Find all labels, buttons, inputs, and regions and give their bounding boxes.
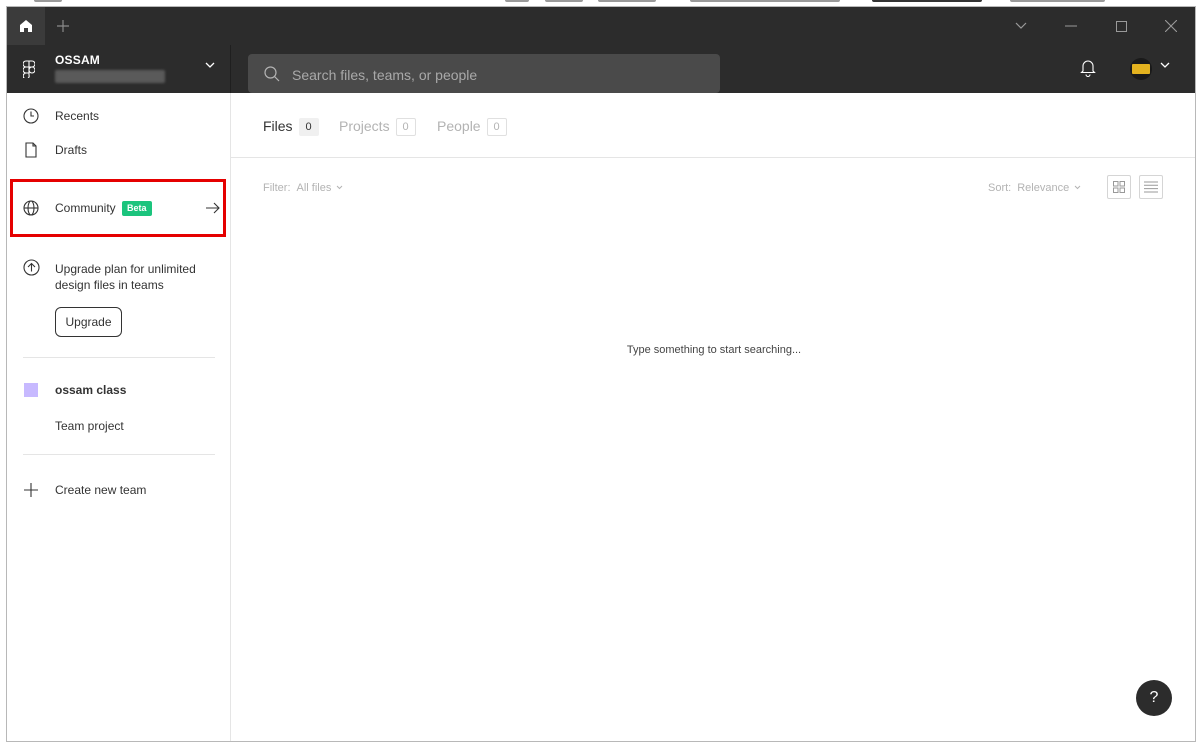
app-window: OSSAM Recents xyxy=(6,6,1196,742)
upgrade-message: Upgrade plan for unlimited design files … xyxy=(55,262,196,292)
sidebar-item-label: Drafts xyxy=(55,143,88,157)
title-bar xyxy=(7,7,1195,45)
sort-value: Relevance xyxy=(1017,182,1070,194)
tab-projects[interactable]: Projects 0 xyxy=(339,118,416,136)
grid-icon xyxy=(1113,181,1125,193)
bell-icon[interactable] xyxy=(1080,59,1096,77)
chevron-down-icon xyxy=(337,185,343,190)
desktop-fragment xyxy=(34,0,62,2)
sidebar-item-drafts[interactable]: Drafts xyxy=(7,135,231,165)
chevron-down-icon xyxy=(1074,185,1081,190)
filter-value: All files xyxy=(296,182,332,194)
sidebar-item-label: Create new team xyxy=(55,483,147,497)
grid-view-button[interactable] xyxy=(1107,175,1131,199)
tab-label: Files xyxy=(263,118,293,134)
blurred-email xyxy=(55,70,165,83)
team-switcher[interactable]: OSSAM xyxy=(7,45,231,93)
help-label: ? xyxy=(1149,689,1159,706)
team-color-swatch xyxy=(24,383,38,397)
chevron-down-icon xyxy=(205,62,215,68)
upgrade-button[interactable]: Upgrade xyxy=(55,307,122,337)
empty-state-message: Type something to start searching... xyxy=(626,344,802,356)
highlight-annotation xyxy=(10,179,226,237)
divider xyxy=(23,454,215,455)
tab-label: Projects xyxy=(339,118,390,134)
desktop-fragment xyxy=(872,0,982,2)
tab-count: 0 xyxy=(298,118,319,136)
tab-count: 0 xyxy=(395,118,416,136)
home-icon xyxy=(20,20,32,32)
avatar-image xyxy=(1132,64,1150,74)
team-name: OSSAM xyxy=(55,53,101,67)
maximize-button[interactable] xyxy=(1096,7,1146,45)
sort-control[interactable]: Sort: Relevance xyxy=(988,182,1081,194)
sidebar-item-team[interactable]: ossam class xyxy=(55,383,126,397)
minimize-icon xyxy=(1065,25,1077,27)
list-icon xyxy=(1144,181,1158,193)
window-menu-button[interactable] xyxy=(996,7,1046,45)
desktop-fragment xyxy=(505,0,529,2)
tab-files[interactable]: Files 0 xyxy=(263,118,319,136)
search-bar xyxy=(248,54,720,95)
search-input[interactable] xyxy=(290,54,714,95)
sidebar-item-recents[interactable]: Recents xyxy=(7,101,231,131)
close-button[interactable] xyxy=(1146,7,1195,45)
search-tabs: Files 0 Projects 0 People 0 xyxy=(231,93,1195,158)
desktop-fragment xyxy=(690,0,840,2)
desktop-fragment xyxy=(545,0,583,2)
chevron-down-icon xyxy=(1015,22,1027,29)
sidebar-item-label: Recents xyxy=(55,109,100,123)
minimize-button[interactable] xyxy=(1046,7,1096,45)
tab-label: People xyxy=(437,118,481,134)
clock-icon xyxy=(23,108,39,124)
tab-people[interactable]: People 0 xyxy=(437,118,507,136)
plus-icon xyxy=(57,20,69,32)
chevron-down-icon[interactable] xyxy=(1160,62,1170,69)
avatar[interactable] xyxy=(1130,58,1152,80)
top-header: OSSAM xyxy=(7,45,1195,95)
desktop-fragment xyxy=(598,0,656,2)
divider xyxy=(23,357,215,358)
create-team-button[interactable]: Create new team xyxy=(7,475,231,505)
list-view-button[interactable] xyxy=(1139,175,1163,199)
main-content: Files 0 Projects 0 People 0 Filter: All file… xyxy=(231,93,1195,741)
plus-icon xyxy=(24,483,38,497)
file-icon xyxy=(25,142,37,158)
sidebar: Recents Drafts Community Beta Upgrade pl… xyxy=(7,93,231,741)
upgrade-arrow-icon xyxy=(23,259,40,276)
home-tab[interactable] xyxy=(7,7,45,45)
figma-logo-icon xyxy=(23,60,35,78)
filter-label: Filter: xyxy=(263,182,291,194)
help-button[interactable]: ? xyxy=(1136,680,1172,716)
tab-count: 0 xyxy=(486,118,507,136)
search-icon xyxy=(264,66,280,82)
sort-label: Sort: xyxy=(988,182,1012,194)
new-tab-button[interactable] xyxy=(51,14,75,38)
desktop-fragment xyxy=(1010,0,1105,2)
maximize-icon xyxy=(1115,20,1127,32)
filter-control[interactable]: Filter: All files xyxy=(263,182,343,194)
sidebar-item-team-project[interactable]: Team project xyxy=(55,419,124,433)
close-icon xyxy=(1165,20,1177,32)
